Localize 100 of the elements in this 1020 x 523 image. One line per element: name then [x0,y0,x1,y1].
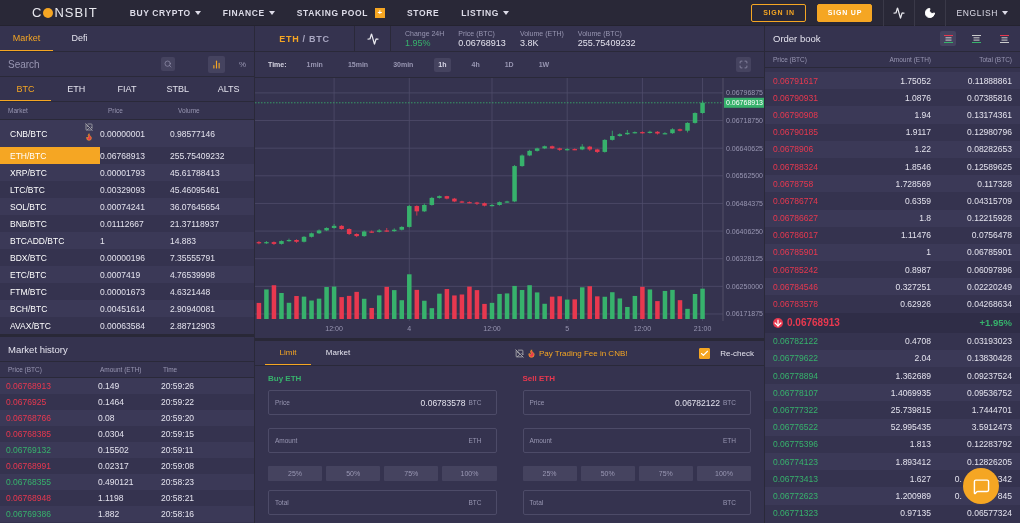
order-price: 0.06790931 [773,91,819,105]
search-button[interactable] [160,57,175,71]
nav-link[interactable]: BUY CRYPTO [129,7,201,18]
trade-amount: 0.490121 [98,476,135,489]
volume: 45.46095461 [170,183,221,197]
pair-name[interactable]: LTC/BTC [0,181,100,198]
volume: 7.35555791 [170,251,216,265]
price: 0.00001673 [100,285,146,299]
currency-tab[interactable]: FIAT [101,77,153,101]
pair-name[interactable]: BDX/BTC [0,249,100,266]
pair-name[interactable]: ETC/BTC [0,266,100,283]
order-amount: 1.22 [913,143,931,157]
candle [429,196,435,207]
tab[interactable]: Market [315,341,361,365]
bar-chart-icon [211,59,221,69]
pulse-icon[interactable] [366,32,379,45]
nav-link[interactable]: STAKING POOL + [296,7,386,18]
view-button[interactable] [940,31,956,46]
chart-toggle-button[interactable] [207,55,225,73]
image-icon [515,348,524,358]
order-amount: 0.6359 [904,194,931,208]
order-amount: 1.0876 [904,91,931,105]
candle [497,201,502,207]
nav-link[interactable]: STORE [407,7,440,18]
order-price: 0.06788324 [773,160,819,174]
order-total: 3.5912473 [970,421,1012,435]
trade-amount: 0.08 [98,412,116,425]
order-total: 0.06097896 [966,263,1012,277]
candle [339,224,344,231]
trade-time: 20:59:08 [161,460,196,473]
order-price: 0.06786017 [773,229,819,243]
flame-icon [527,348,536,358]
order-price: 0.06776522 [773,421,819,435]
order-amount: 0.97135 [899,507,931,521]
plus-badge: + [375,7,386,18]
currency-tab[interactable]: ALTS [203,77,254,101]
trade-time: 20:59:15 [161,428,196,441]
candle [324,226,329,232]
price-change: +1.95% [979,317,1012,329]
candle [369,230,374,234]
list-icon [999,34,1009,43]
candle [677,128,683,132]
candle [647,130,653,134]
candle [670,127,675,135]
trade-amount: 1.1198 [98,492,125,505]
currency-tab[interactable]: BTC [0,77,51,101]
candle [437,195,442,199]
trade-amount: 1.882 [98,508,121,521]
percent-toggle[interactable]: % [238,59,246,69]
price: 0.0007419 [100,268,142,282]
pair-name[interactable]: CNB/BTC [0,120,100,147]
stat-value: 3.8K [519,37,540,48]
pair-name[interactable]: BCH/BTC [0,300,100,317]
trade-price: 0.06768991 [6,460,52,473]
pair-name[interactable]: BTCADD/BTC [0,232,100,249]
price: 0.00063584 [100,319,146,333]
currency-tab[interactable]: ETH [50,77,102,101]
order-amount: 1.813 [908,438,931,452]
pair-name[interactable]: BNB/BTC [0,215,100,232]
order-total: 0.02220249 [966,280,1012,294]
panel-title: Market history [0,337,254,362]
candle [459,200,465,204]
last-price: 0.06768913 [787,317,841,329]
volume: 14.883 [170,234,197,248]
currency-tab[interactable]: STBL [152,77,204,101]
candle [354,232,359,238]
moon-icon[interactable] [924,6,937,19]
order-price: 0.06771323 [773,507,819,521]
tab[interactable]: Defi [53,26,106,51]
order-total: 0.13174361 [966,108,1012,122]
logo[interactable]: C NSBIT [32,5,98,20]
candle [610,130,615,141]
pair-name[interactable]: FTM/BTC [0,283,100,300]
candle [384,227,389,233]
candle [662,131,668,135]
order-total: 0.12826205 [966,455,1012,469]
order-total: 0.12215928 [966,212,1012,226]
checkbox[interactable] [699,347,711,359]
nav-link[interactable]: FINANCE [222,7,275,18]
trade-price: 0.06768355 [6,476,52,489]
pair-name[interactable]: XRP/BTC [0,164,100,181]
order-price: 0.06785242 [773,263,819,277]
nav-link[interactable]: LISTING [461,7,509,18]
search-field[interactable]: Search [8,58,161,70]
tab[interactable]: Limit [265,341,311,365]
pulse-icon[interactable] [893,6,906,19]
order-total: 0.13830428 [966,352,1012,366]
language-selector[interactable]: ENGLISH [945,0,1020,26]
pair-name[interactable]: AVAX/BTC [0,317,100,334]
price: 0.00074241 [100,200,146,214]
order-total: 0.08282653 [966,143,1012,157]
tab[interactable]: Market [0,26,53,51]
order-total: 0.04315709 [966,194,1012,208]
candle [512,164,517,203]
order-price: 0.06784546 [773,280,819,294]
order-price: 0.06775396 [773,438,819,452]
candle [286,238,292,243]
pair-name[interactable]: SOL/BTC [0,198,100,215]
trade-price: 0.06769132 [6,444,52,457]
candle [331,223,337,230]
